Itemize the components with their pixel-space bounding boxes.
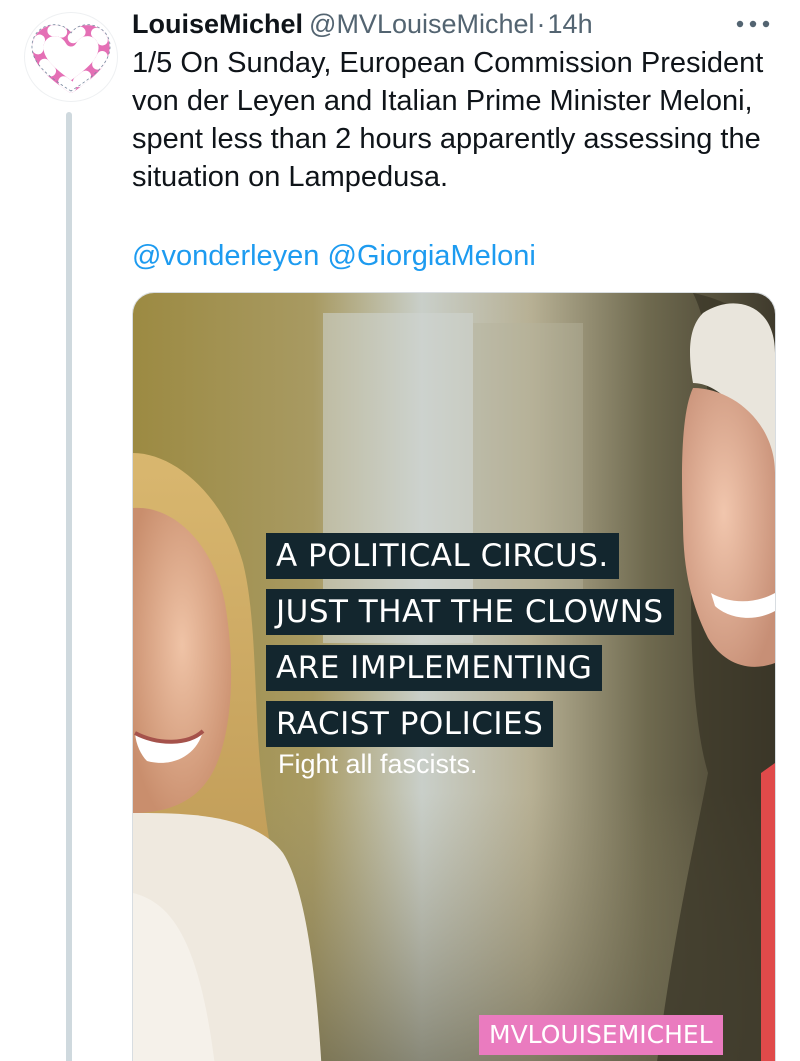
- overlay-headline-line: RACIST POLICIES: [266, 701, 554, 747]
- overlay-headline: A POLITICAL CIRCUS. JUST THAT THE CLOWNS…: [266, 533, 674, 757]
- mention-link[interactable]: @GiorgiaMeloni: [328, 240, 536, 272]
- tweet-media-image[interactable]: A POLITICAL CIRCUS. JUST THAT THE CLOWNS…: [132, 292, 776, 1061]
- overlay-headline-line: ARE IMPLEMENTING: [266, 645, 603, 691]
- more-options-button[interactable]: [732, 10, 774, 38]
- tweet-timestamp[interactable]: 14h: [548, 9, 593, 39]
- thread-connector-line: [66, 112, 72, 1061]
- avatar[interactable]: [24, 12, 118, 102]
- overlay-headline-line: A POLITICAL CIRCUS.: [266, 533, 619, 579]
- heart-lifebuoy-icon: [31, 24, 111, 93]
- author-display-name[interactable]: LouiseMichel: [132, 9, 303, 39]
- tweet-header: LouiseMichel @MVLouiseMichel·14h: [132, 4, 710, 44]
- more-options-icon: [736, 20, 770, 28]
- watermark-label: MVLOUISEMICHEL: [479, 1015, 723, 1055]
- author-handle[interactable]: @MVLouiseMichel: [309, 9, 535, 39]
- tweet-mentions: @vonderleyen @GiorgiaMeloni: [132, 237, 536, 275]
- mention-link[interactable]: @vonderleyen: [132, 240, 319, 272]
- overlay-headline-line: JUST THAT THE CLOWNS: [266, 589, 674, 635]
- overlay-subline: Fight all fascists.: [278, 749, 478, 779]
- separator-dot: ·: [536, 9, 546, 39]
- tweet[interactable]: LouiseMichel @MVLouiseMichel·14h 1/5 On S…: [0, 0, 800, 1061]
- tweet-text: 1/5 On Sunday, European Commission Presi…: [132, 47, 764, 193]
